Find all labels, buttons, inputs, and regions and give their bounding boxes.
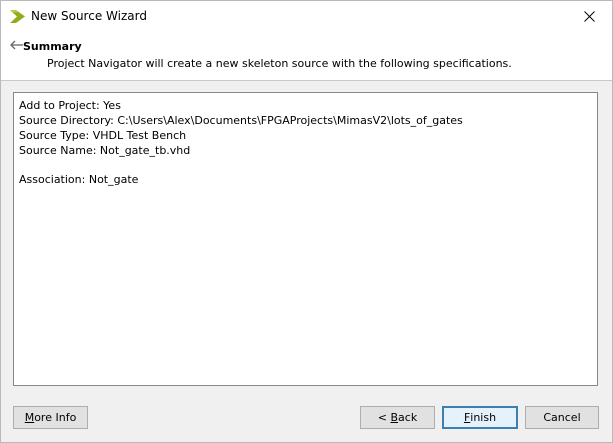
back-button[interactable]: < Back [360, 406, 435, 429]
cancel-button[interactable]: Cancel [525, 406, 599, 429]
back-prefix: < [377, 411, 391, 424]
summary-line-add-to-project: Add to Project: Yes [19, 99, 121, 112]
page-description: Project Navigator will create a new skel… [47, 57, 512, 70]
title-bar[interactable]: New Source Wizard [1, 1, 612, 32]
summary-line-blank [19, 158, 592, 172]
window-title: New Source Wizard [31, 9, 147, 23]
close-button[interactable] [567, 1, 612, 32]
finish-label: inish [470, 411, 497, 424]
page-title: Summary [23, 40, 82, 53]
xilinx-logo-icon [10, 10, 25, 23]
summary-line-source-type: Source Type: VHDL Test Bench [19, 129, 187, 142]
wizard-header: Summary Project Navigator will create a … [1, 32, 612, 81]
summary-text-area[interactable]: Add to Project: Yes Source Directory: C:… [13, 92, 598, 386]
more-info-label: ore Info [34, 411, 77, 424]
back-label: ack [398, 411, 418, 424]
summary-line-association: Association: Not_gate [19, 173, 139, 186]
cancel-label: Cancel [543, 411, 581, 424]
wizard-window: New Source Wizard Summary Project Naviga… [0, 0, 613, 443]
summary-line-source-directory: Source Directory: C:\Users\Alex\Document… [19, 114, 463, 127]
close-icon [584, 11, 595, 22]
back-mnemonic: B [390, 411, 399, 424]
finish-button[interactable]: Finish [442, 406, 518, 429]
summary-line-source-name: Source Name: Not_gate_tb.vhd [19, 144, 191, 157]
arrow-left-icon [10, 40, 23, 50]
more-info-button[interactable]: More Info [13, 406, 88, 429]
more-info-mnemonic: M [24, 411, 35, 424]
